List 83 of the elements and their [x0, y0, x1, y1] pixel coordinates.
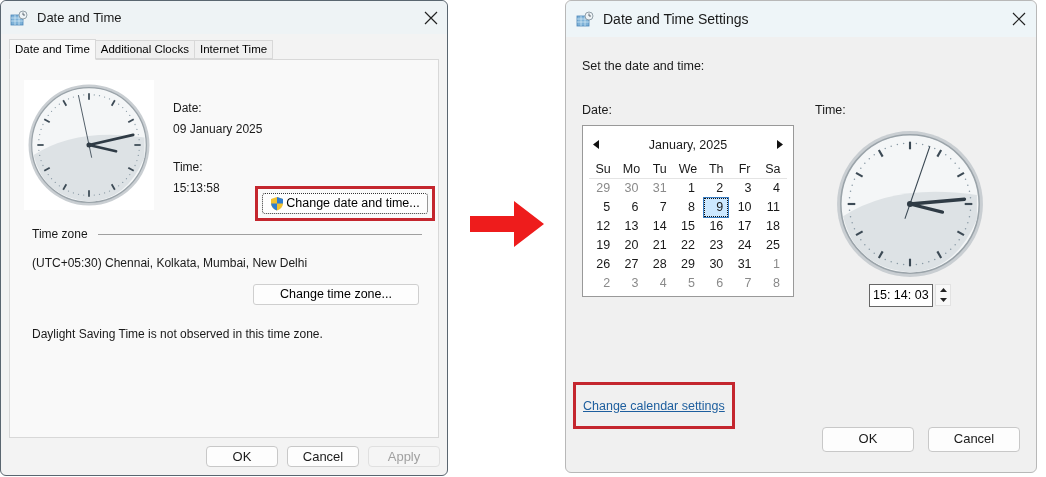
- calendar-day[interactable]: 23: [704, 236, 729, 256]
- calendar-day[interactable]: 22: [676, 236, 700, 256]
- window-title: Date and Time Settings: [603, 9, 750, 29]
- dst-note: Daylight Saving Time is not observed in this time zone.: [31, 326, 324, 343]
- tab[interactable]: Additional Clocks: [95, 40, 195, 59]
- calendar-day[interactable]: 7: [732, 274, 757, 294]
- dialog-button[interactable]: Cancel: [928, 426, 1020, 452]
- calendar-day[interactable]: 20: [619, 236, 644, 256]
- calendar-day[interactable]: 21: [647, 236, 672, 256]
- calendar-day[interactable]: 25: [760, 236, 785, 256]
- calendar-day[interactable]: 28: [647, 255, 672, 275]
- arrow-icon: [469, 200, 544, 247]
- dialog-button[interactable]: OK: [822, 426, 914, 452]
- calendar-day[interactable]: 19: [591, 236, 616, 256]
- tab[interactable]: Date and Time: [9, 39, 96, 60]
- calendar-day[interactable]: 11: [760, 198, 785, 218]
- calendar-day[interactable]: 14: [647, 217, 672, 237]
- prompt-text: Set the date and time:: [582, 58, 706, 75]
- calendar-day[interactable]: 26: [591, 255, 616, 275]
- calendar-day[interactable]: 24: [732, 236, 757, 256]
- previous-month-arrow[interactable]: [593, 140, 599, 150]
- calendar-day[interactable]: 9: [704, 198, 729, 218]
- calendar-day[interactable]: 16: [704, 217, 729, 237]
- time-spinner[interactable]: [935, 284, 951, 306]
- calendar-day[interactable]: 6: [619, 198, 644, 218]
- calendar-day[interactable]: 1: [760, 255, 785, 275]
- calendar-day[interactable]: 27: [619, 255, 644, 275]
- weekday-label: Fr: [737, 161, 752, 179]
- calendar-clock-icon: [10, 9, 28, 26]
- weekday-label: Tu: [651, 161, 668, 179]
- calendar-day[interactable]: 13: [619, 217, 644, 237]
- window-title: Date and Time: [37, 8, 123, 27]
- date-value: 09 January 2025: [173, 121, 264, 138]
- next-month-arrow[interactable]: [777, 140, 783, 150]
- close-icon[interactable]: [1012, 12, 1026, 26]
- calendar-day[interactable]: 29: [676, 255, 700, 275]
- calendar-settings-link[interactable]: Change calendar settings: [583, 398, 725, 413]
- change-date-time-button[interactable]: Change date and time...: [262, 193, 428, 214]
- weekday-label: Sa: [764, 161, 782, 179]
- calendar-day[interactable]: 8: [760, 274, 785, 294]
- calendar-day[interactable]: 4: [647, 274, 672, 294]
- calendar-day[interactable]: 5: [591, 198, 616, 218]
- calendar-day[interactable]: 6: [704, 274, 729, 294]
- calendar-day[interactable]: 1: [676, 179, 700, 199]
- change-time-zone-button[interactable]: Change time zone...: [253, 283, 419, 305]
- time-field[interactable]: 15: 14: 03: [869, 283, 933, 307]
- calendar-day[interactable]: 31: [732, 255, 757, 275]
- calendar-day[interactable]: 3: [619, 274, 644, 294]
- calendar-day[interactable]: 2: [591, 274, 616, 294]
- calendar-day[interactable]: 15: [676, 217, 700, 237]
- calendar-day[interactable]: 12: [591, 217, 616, 237]
- weekday-label: Mo: [621, 161, 642, 179]
- shield-icon: [270, 196, 285, 211]
- calendar-day[interactable]: 29: [591, 179, 616, 199]
- month-title[interactable]: January, 2025: [648, 135, 728, 155]
- calendar-clock-icon: [576, 11, 594, 27]
- date-label: Date:: [582, 101, 613, 119]
- calendar-day[interactable]: 5: [676, 274, 700, 294]
- weekday-label: Su: [594, 161, 612, 179]
- calendar-day[interactable]: 2: [704, 179, 729, 199]
- calendar-day[interactable]: 3: [732, 179, 757, 199]
- calendar-day[interactable]: 18: [760, 217, 785, 237]
- time-value: 15:13:58: [173, 180, 221, 197]
- dialog-button[interactable]: Cancel: [287, 446, 359, 467]
- calendar-day[interactable]: 10: [732, 198, 757, 218]
- close-icon[interactable]: [424, 10, 438, 25]
- calendar-day[interactable]: 30: [619, 179, 644, 199]
- tab[interactable]: Internet Time: [195, 40, 274, 59]
- weekday-label: We: [677, 161, 699, 179]
- down-arrow-icon[interactable]: [939, 298, 947, 302]
- dialog-button[interactable]: OK: [206, 446, 278, 467]
- time-label: Time:: [173, 159, 204, 176]
- date-label: Date:: [173, 100, 203, 117]
- section-heading: Time zone: [32, 226, 88, 243]
- time-zone-text: (UTC+05:30) Chennai, Kolkata, Mumbai, New Delhi: [31, 255, 309, 272]
- calendar-day[interactable]: 17: [732, 217, 757, 237]
- up-arrow-icon[interactable]: [939, 288, 947, 292]
- time-label: Time:: [815, 101, 847, 119]
- calendar-day[interactable]: 8: [676, 198, 700, 218]
- weekday-label: Th: [708, 161, 725, 179]
- calendar-day[interactable]: 4: [760, 179, 785, 199]
- calendar-day[interactable]: 7: [647, 198, 672, 218]
- calendar-day[interactable]: 30: [704, 255, 729, 275]
